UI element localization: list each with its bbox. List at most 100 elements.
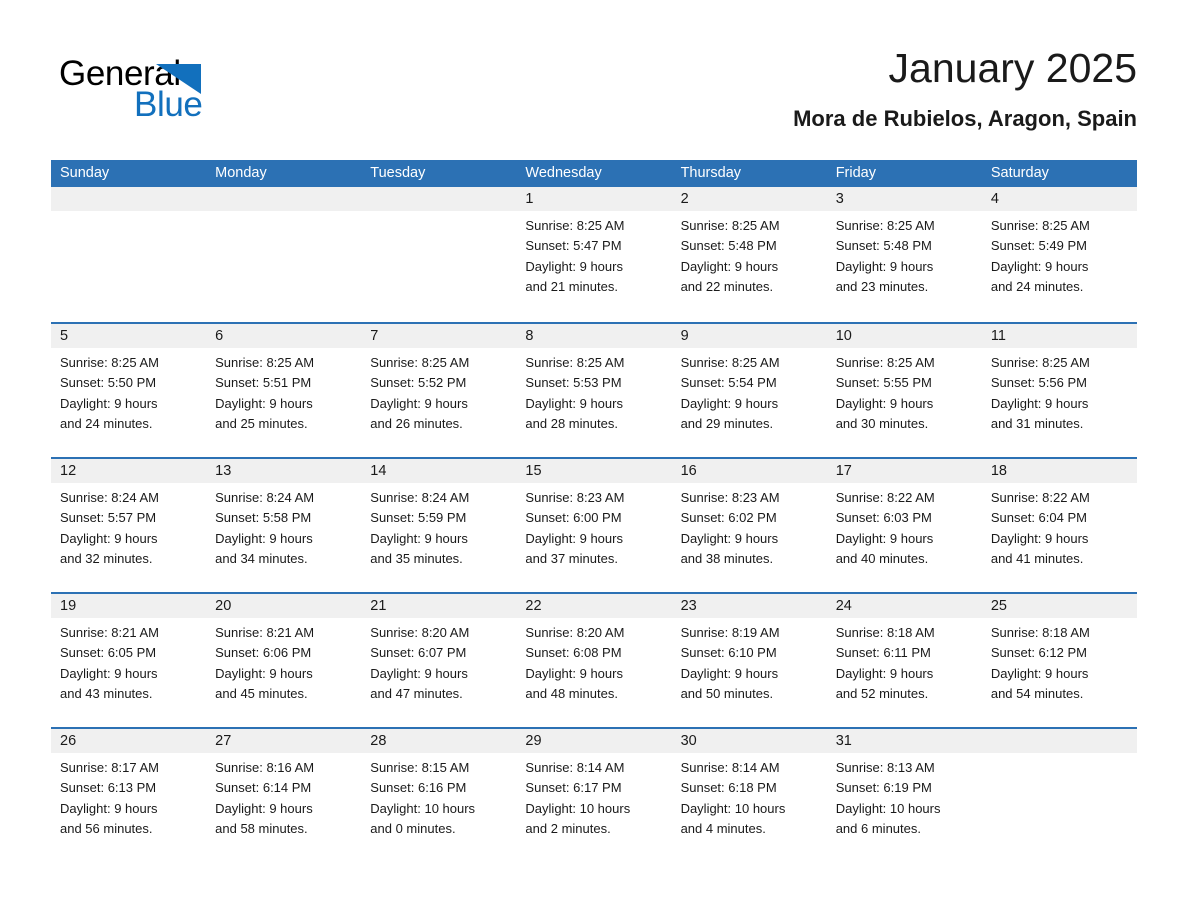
- day-info-line: Daylight: 9 hours: [835, 258, 934, 274]
- day-info: Sunrise: 8:25 AM Sunset: 5:55 PM Daylight:…: [827, 348, 982, 434]
- day-info-line: and 35 minutes.: [370, 550, 463, 566]
- day-info-line: Sunrise: 8:25 AM: [525, 355, 625, 370]
- day-cell[interactable]: 6 Sunrise: 8:25 AM Sunset: 5:51 PM Daylight…: [206, 324, 362, 457]
- day-info-line: Sunset: 6:06 PM: [215, 645, 312, 661]
- day-info: Sunrise: 8:22 AM Sunset: 6:03 PM Daylight:…: [827, 483, 982, 569]
- day-info-line: Sunrise: 8:25 AM: [835, 355, 935, 370]
- day-info: Sunrise: 8:22 AM Sunset: 6:04 PM Daylight:…: [982, 483, 1137, 569]
- day-cell[interactable]: 24 Sunrise: 8:18 AM Sunset: 6:11 PM Dayligh…: [826, 594, 982, 727]
- day-info-line: Sunset: 5:58 PM: [215, 510, 312, 526]
- weekday-header-row: Sunday Monday Tuesday Wednesday Thursday Frid…: [51, 160, 1137, 187]
- day-cell[interactable]: 22 Sunrise: 8:20 AM Sunset: 6:08 PM Dayligh…: [516, 594, 672, 727]
- calendar-grid: Sunday Monday Tuesday Wednesday Thursday Frid…: [51, 160, 1137, 862]
- day-info: Sunrise: 8:25 AM Sunset: 5:54 PM Daylight:…: [672, 348, 827, 434]
- day-cell[interactable]: 26 Sunrise: 8:17 AM Sunset: 6:13 PM Dayligh…: [51, 729, 207, 862]
- day-cell[interactable]: 27 Sunrise: 8:16 AM Sunset: 6:14 PM Dayligh…: [206, 729, 362, 862]
- weekday-header-monday: Monday: [215, 165, 267, 181]
- day-info-line: Sunrise: 8:17 AM: [60, 760, 159, 775]
- day-info-line: Sunrise: 8:21 AM: [215, 625, 315, 640]
- day-info-line: Sunset: 6:07 PM: [370, 645, 467, 661]
- day-info: [982, 753, 1137, 758]
- day-info: Sunrise: 8:17 AM Sunset: 6:13 PM Daylight:…: [51, 753, 206, 839]
- calendar-week-row: 5 Sunrise: 8:25 AM Sunset: 5:50 PM Daylight…: [51, 322, 1137, 457]
- day-number-band: 3: [826, 187, 982, 211]
- day-info: Sunrise: 8:25 AM Sunset: 5:56 PM Daylight:…: [982, 348, 1137, 434]
- day-info: Sunrise: 8:25 AM Sunset: 5:52 PM Daylight:…: [361, 348, 516, 434]
- day-info-line: Daylight: 9 hours: [680, 530, 779, 546]
- day-info-line: Daylight: 9 hours: [60, 800, 158, 816]
- day-number-band: 11: [981, 324, 1137, 348]
- day-number: 8: [525, 328, 534, 344]
- day-cell[interactable]: 18 Sunrise: 8:22 AM Sunset: 6:04 PM Dayligh…: [981, 459, 1137, 592]
- day-cell[interactable]: 25 Sunrise: 8:18 AM Sunset: 6:12 PM Dayligh…: [981, 594, 1137, 727]
- day-info-line: Sunset: 6:00 PM: [525, 510, 622, 526]
- day-cell[interactable]: 4 Sunrise: 8:25 AM Sunset: 5:49 PM Daylight…: [981, 187, 1137, 322]
- day-info-line: Daylight: 9 hours: [990, 665, 1089, 681]
- day-cell[interactable]: 2 Sunrise: 8:25 AM Sunset: 5:48 PM Daylight…: [671, 187, 827, 322]
- day-number: 1: [525, 191, 534, 207]
- day-cell-empty: [51, 187, 207, 322]
- day-cell[interactable]: 1 Sunrise: 8:25 AM Sunset: 5:47 PM Daylight…: [516, 187, 672, 322]
- day-cell[interactable]: 13 Sunrise: 8:24 AM Sunset: 5:58 PM Dayligh…: [206, 459, 362, 592]
- day-number: 21: [370, 598, 387, 614]
- day-info-line: and 6 minutes.: [835, 820, 921, 836]
- day-info-line: Sunrise: 8:16 AM: [215, 760, 315, 775]
- day-info-line: Sunrise: 8:14 AM: [525, 760, 625, 775]
- day-cell[interactable]: 31 Sunrise: 8:13 AM Sunset: 6:19 PM Dayligh…: [826, 729, 982, 862]
- day-info-line: and 25 minutes.: [215, 415, 308, 431]
- day-info-line: Sunrise: 8:22 AM: [835, 490, 935, 505]
- day-number: 18: [990, 463, 1007, 479]
- day-info-line: and 28 minutes.: [525, 415, 618, 431]
- day-number: 7: [370, 328, 379, 344]
- day-number: 5: [60, 328, 69, 344]
- day-cell[interactable]: 19 Sunrise: 8:21 AM Sunset: 6:05 PM Dayligh…: [51, 594, 207, 727]
- day-cell[interactable]: 30 Sunrise: 8:14 AM Sunset: 6:18 PM Dayligh…: [671, 729, 827, 862]
- day-number: 4: [990, 191, 999, 207]
- day-info-line: Sunset: 6:14 PM: [215, 780, 312, 796]
- day-info-line: Sunrise: 8:25 AM: [370, 355, 470, 370]
- day-info: Sunrise: 8:25 AM Sunset: 5:48 PM Daylight:…: [672, 211, 827, 297]
- day-cell[interactable]: 9 Sunrise: 8:25 AM Sunset: 5:54 PM Daylight…: [671, 324, 827, 457]
- day-info-line: and 23 minutes.: [835, 278, 929, 294]
- day-info-line: Daylight: 9 hours: [990, 395, 1089, 411]
- day-cell[interactable]: 23 Sunrise: 8:19 AM Sunset: 6:10 PM Dayligh…: [671, 594, 827, 727]
- day-info-line: Sunset: 6:12 PM: [990, 645, 1087, 661]
- day-cell[interactable]: 20 Sunrise: 8:21 AM Sunset: 6:06 PM Dayligh…: [206, 594, 362, 727]
- day-cell[interactable]: 15 Sunrise: 8:23 AM Sunset: 6:00 PM Dayligh…: [516, 459, 672, 592]
- day-number: 30: [680, 733, 697, 749]
- day-info-line: and 26 minutes.: [370, 415, 463, 431]
- day-cell[interactable]: 5 Sunrise: 8:25 AM Sunset: 5:50 PM Daylight…: [51, 324, 207, 457]
- day-info-line: and 48 minutes.: [525, 685, 618, 701]
- day-cell[interactable]: 14 Sunrise: 8:24 AM Sunset: 5:59 PM Dayligh…: [361, 459, 517, 592]
- day-info-line: Sunset: 5:52 PM: [370, 375, 467, 391]
- day-cell[interactable]: 12 Sunrise: 8:24 AM Sunset: 5:57 PM Dayligh…: [51, 459, 207, 592]
- day-cell[interactable]: 17 Sunrise: 8:22 AM Sunset: 6:03 PM Dayligh…: [826, 459, 982, 592]
- day-cell[interactable]: 29 Sunrise: 8:14 AM Sunset: 6:17 PM Dayligh…: [516, 729, 672, 862]
- day-number-band: 7: [361, 324, 517, 348]
- day-number: 2: [680, 191, 689, 207]
- day-cell-empty: [361, 187, 517, 322]
- day-info: Sunrise: 8:25 AM Sunset: 5:47 PM Daylight:…: [516, 211, 671, 297]
- day-cell[interactable]: 28 Sunrise: 8:15 AM Sunset: 6:16 PM Dayligh…: [361, 729, 517, 862]
- calendar-week-row: 19 Sunrise: 8:21 AM Sunset: 6:05 PM Dayligh…: [51, 592, 1137, 727]
- day-number: 23: [680, 598, 697, 614]
- day-info-line: Daylight: 9 hours: [60, 395, 158, 411]
- day-number-band: 24: [826, 594, 982, 618]
- day-info-line: Sunset: 5:55 PM: [835, 375, 932, 391]
- day-cell[interactable]: 7 Sunrise: 8:25 AM Sunset: 5:52 PM Daylight…: [361, 324, 517, 457]
- calendar-week-row: 26 Sunrise: 8:17 AM Sunset: 6:13 PM Dayligh…: [51, 727, 1137, 862]
- day-number: 19: [60, 598, 77, 614]
- day-info-line: Sunset: 6:10 PM: [680, 645, 777, 661]
- day-info-line: and 41 minutes.: [990, 550, 1084, 566]
- day-cell[interactable]: 3 Sunrise: 8:25 AM Sunset: 5:48 PM Daylight…: [826, 187, 982, 322]
- day-info: Sunrise: 8:25 AM Sunset: 5:49 PM Daylight:…: [982, 211, 1137, 297]
- calendar-weeks: 1 Sunrise: 8:25 AM Sunset: 5:47 PM Daylight…: [51, 187, 1137, 862]
- day-cell[interactable]: 11 Sunrise: 8:25 AM Sunset: 5:56 PM Dayligh…: [981, 324, 1137, 457]
- day-info-line: and 54 minutes.: [990, 685, 1084, 701]
- day-cell[interactable]: 8 Sunrise: 8:25 AM Sunset: 5:53 PM Daylight…: [516, 324, 672, 457]
- day-cell[interactable]: 16 Sunrise: 8:23 AM Sunset: 6:02 PM Dayligh…: [671, 459, 827, 592]
- day-number: 31: [835, 733, 852, 749]
- day-cell[interactable]: 21 Sunrise: 8:20 AM Sunset: 6:07 PM Dayligh…: [361, 594, 517, 727]
- day-cell[interactable]: 10 Sunrise: 8:25 AM Sunset: 5:55 PM Dayligh…: [826, 324, 982, 457]
- day-info-line: Daylight: 9 hours: [525, 395, 623, 411]
